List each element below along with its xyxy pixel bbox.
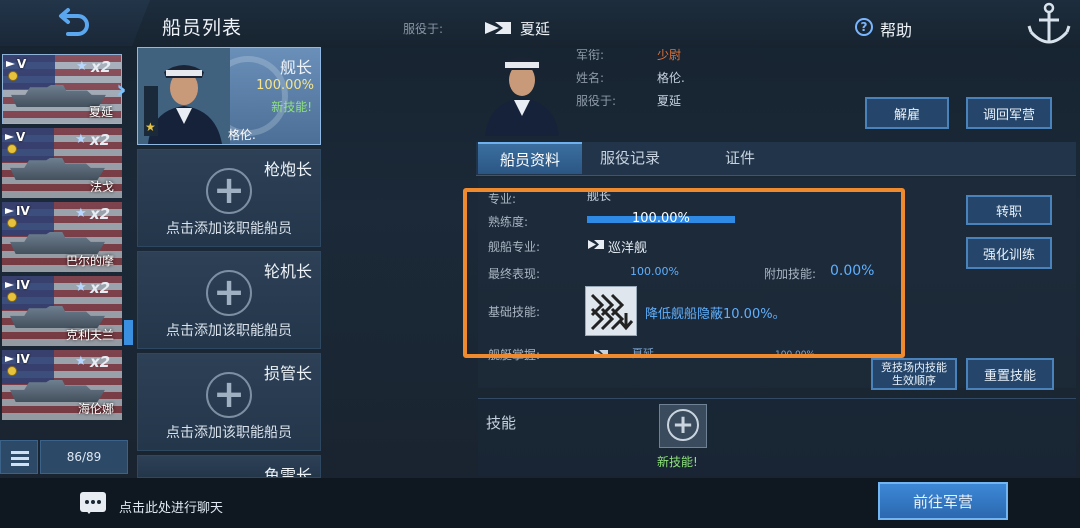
- role-name: 损管长: [263, 364, 312, 383]
- go-to-barracks-button[interactable]: 前往军营: [878, 482, 1008, 520]
- menu-line: [11, 463, 29, 466]
- role-name: 轮机长: [263, 262, 312, 281]
- tab-crew-info[interactable]: 船员资料: [478, 142, 582, 174]
- serve-value: 夏延: [657, 94, 682, 108]
- highlight-box: [463, 188, 905, 358]
- transfer-button[interactable]: 转职: [966, 195, 1052, 225]
- role-card-gunnery[interactable]: 枪炮长 + 点击添加该职能船员: [137, 149, 321, 247]
- medal-icon: [7, 144, 17, 154]
- ship-tier: IV: [16, 278, 30, 292]
- tab-service-record[interactable]: 服役记录: [586, 142, 674, 174]
- add-icon: +: [667, 409, 699, 441]
- ship-count: x2: [90, 279, 111, 297]
- ship-card-cleveland[interactable]: IV ★ x2 克利夫兰: [2, 276, 122, 346]
- ship-class-icon: [485, 22, 511, 34]
- dismiss-button[interactable]: 解雇: [865, 97, 949, 129]
- menu-line: [11, 451, 29, 454]
- ship-name: 巴尔的摩: [65, 254, 114, 268]
- chat-dot: [91, 500, 95, 504]
- help-icon[interactable]: ?: [855, 18, 873, 36]
- ship-card-helena[interactable]: IV ★ x2 海伦娜: [2, 350, 122, 420]
- role-card-damage[interactable]: 损管长 + 点击添加该职能船员: [137, 353, 321, 451]
- role-percent: 100.00%: [256, 78, 314, 93]
- crew-count: 86/89: [40, 440, 128, 474]
- serve-ship-name: 夏延: [520, 20, 551, 38]
- rank-label: 军衔:: [576, 48, 605, 62]
- ship-name: 法戈: [89, 180, 114, 194]
- rank-value: 少尉: [657, 48, 682, 62]
- medal-icon: [8, 71, 18, 81]
- role-name: 枪炮长: [263, 160, 312, 179]
- add-crew-hint: 点击添加该职能船员: [166, 323, 292, 339]
- role-card-captain[interactable]: 舰长 100.00% 新技能! 格伦.: [137, 47, 321, 145]
- back-arrow-icon: [59, 8, 89, 36]
- role-name: 舰长: [279, 58, 312, 77]
- ship-list: V ★ x2 夏延 V ★ x2 法戈 IV ★ x2 巴尔的摩 IV ★ x2…: [0, 50, 126, 430]
- ship-count: x2: [90, 131, 111, 149]
- ship-card-baltimore[interactable]: IV ★ x2 巴尔的摩: [2, 202, 122, 272]
- skills-label: 技能: [486, 414, 517, 432]
- chat-dot: [97, 500, 101, 504]
- ship-name: 克利夫兰: [65, 328, 114, 342]
- role-card-engine[interactable]: 轮机长 + 点击添加该职能船员: [137, 251, 321, 349]
- list-menu-button[interactable]: [0, 440, 38, 474]
- page-title: 船员列表: [162, 17, 243, 39]
- medal-icon: [7, 366, 17, 376]
- add-crew-hint: 点击添加该职能船员: [166, 221, 292, 237]
- star-icon: ★: [75, 280, 87, 295]
- serve-label: 服役于:: [576, 94, 617, 108]
- skills-panel: [478, 398, 1076, 476]
- ship-count: x2: [90, 353, 111, 371]
- back-button[interactable]: [0, 0, 150, 46]
- return-to-barracks-button[interactable]: 调回军营: [966, 97, 1052, 129]
- ship-name: 海伦娜: [77, 402, 114, 416]
- add-icon: +: [206, 168, 252, 214]
- name-value: 格伦.: [657, 71, 685, 85]
- star-icon: ★: [75, 132, 87, 147]
- medal-icon: [7, 292, 17, 302]
- ship-name: 夏延: [88, 105, 113, 119]
- add-skill-button[interactable]: +: [659, 404, 707, 448]
- arena-button-line1: 竞技场内技能: [881, 361, 947, 374]
- tab-certificate[interactable]: 证件: [700, 142, 780, 174]
- reset-skills-button[interactable]: 重置技能: [966, 358, 1054, 390]
- ship-count: x2: [91, 58, 112, 76]
- role-card-torpedo[interactable]: 鱼雷长: [137, 455, 321, 478]
- star-icon: ★: [76, 59, 88, 74]
- crew-portrait: [483, 44, 561, 136]
- ship-count: x2: [90, 205, 111, 223]
- ship-card-cheyenne[interactable]: V ★ x2 夏延: [2, 54, 122, 124]
- chevron-right-icon: ›: [116, 75, 127, 105]
- star-icon: ★: [75, 206, 87, 221]
- chat-hint[interactable]: 点击此处进行聊天: [119, 497, 223, 516]
- ship-tier: IV: [16, 352, 30, 366]
- star-icon: ★: [75, 354, 87, 369]
- chat-dot: [85, 500, 89, 504]
- medal-icon: [7, 218, 17, 228]
- name-label: 姓名:: [576, 71, 605, 85]
- serve-label: 服役于:: [403, 22, 444, 36]
- arena-button-line2: 生效顺序: [892, 374, 936, 387]
- arena-skill-order-button[interactable]: 竞技场内技能 生效顺序: [871, 358, 957, 390]
- crew-name: 格伦.: [228, 128, 256, 142]
- role-name: 鱼雷长: [263, 466, 312, 478]
- list-scrollbar[interactable]: [124, 320, 133, 345]
- anchor-icon[interactable]: [1025, 0, 1073, 50]
- new-skill-note: 新技能!: [271, 100, 312, 114]
- ship-tier: IV: [16, 204, 30, 218]
- help-button[interactable]: 帮助: [880, 17, 912, 41]
- ship-tier: V: [16, 130, 26, 144]
- add-icon: +: [206, 372, 252, 418]
- add-icon: +: [206, 270, 252, 316]
- rank-insignia: [144, 86, 158, 136]
- menu-line: [11, 457, 29, 460]
- ship-card-fargo[interactable]: V ★ x2 法戈: [2, 128, 122, 198]
- chat-icon[interactable]: [80, 492, 106, 514]
- captain-avatar: [485, 57, 559, 136]
- new-skill-label: 新技能!: [657, 455, 698, 469]
- add-crew-hint: 点击添加该职能船员: [166, 425, 292, 441]
- training-button[interactable]: 强化训练: [966, 237, 1052, 269]
- ship-tier: V: [17, 57, 27, 71]
